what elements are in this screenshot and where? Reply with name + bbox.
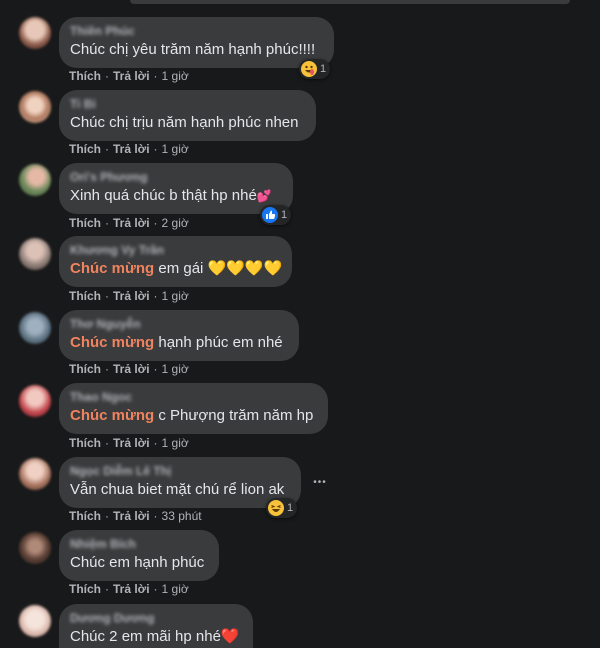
commenter-name[interactable]: Ti Bi [70,97,304,111]
comment-text: Chúc chị trịu năm hạnh phúc nhen [70,114,299,131]
comment-actions: Thích · Trả lời · 1 giờ [69,362,189,376]
comment-text: Chúc mừng em gái 💛💛💛💛 [70,259,283,279]
comment-text: Chúc mừng hạnh phúc em nhé [70,333,287,353]
comment-actions: Thích · Trả lời · 33 phút [69,509,202,523]
comment-text-content: Chúc 2 em mãi hp nhé [70,628,221,645]
comment-actions: Thích · Trả lời · 2 giờ [69,216,189,230]
comment-bubble: Dương Dương Chúc 2 em mãi hp nhé❤️ [59,604,253,648]
comment-text: Chúc mừng c Phượng trăm năm hp [70,406,316,426]
avatar[interactable] [19,312,51,344]
timestamp[interactable]: 33 phút [162,509,202,523]
commenter-name[interactable]: Ngọc Diễm Lê Thị [70,464,289,478]
timestamp[interactable]: 2 giờ [162,216,189,230]
more-options-icon[interactable]: ••• [308,476,332,500]
like-link[interactable]: Thích [69,436,101,450]
timestamp[interactable]: 1 giờ [162,69,189,83]
tagged-phrase[interactable]: Chúc mừng [70,260,154,277]
timestamp[interactable]: 1 giờ [162,582,189,596]
commenter-name[interactable]: Thơ Nguyễn [70,317,287,331]
like-link[interactable]: Thích [69,142,101,156]
commenter-name[interactable]: Dương Dương [70,611,241,625]
commenter-name[interactable]: Thao Ngoc [70,390,316,404]
avatar[interactable] [19,458,51,490]
reply-link[interactable]: Trả lời [113,142,150,156]
commenter-name[interactable]: Thiên Phúc [70,24,322,38]
heart-emoji-icon: 💕 [256,189,272,203]
like-link[interactable]: Thích [69,582,101,596]
timestamp[interactable]: 1 giờ [162,362,189,376]
comment-text: Chúc 2 em mãi hp nhé❤️ [70,627,241,647]
commenter-name[interactable]: Ori's Phương [70,170,281,184]
like-icon [262,207,278,223]
reaction-count: 1 [320,63,327,75]
reply-link[interactable]: Trả lời [113,436,150,450]
comment-text-content: Xinh quá chúc b thật hp nhé [70,187,257,204]
reaction-count: 1 [287,502,294,514]
reply-link[interactable]: Trả lời [113,362,150,376]
commenter-name[interactable]: Khương Vy Trần [70,243,280,257]
reply-link[interactable]: Trả lời [113,69,150,83]
laugh-emoji-icon [301,61,317,77]
comment-bubble: Ti Bi Chúc chị trịu năm hạnh phúc nhen [59,90,316,141]
comment-actions: Thích · Trả lời · 1 giờ [69,582,189,596]
comment-text: Chúc em hạnh phúc [70,554,205,571]
haha-emoji-icon [268,500,284,516]
avatar[interactable] [19,532,51,564]
comment-actions: Thích · Trả lời · 1 giờ [69,289,189,303]
comment-text: Chúc chị yêu trăm năm hạnh phúc!!!! [70,41,316,58]
reaction-summary[interactable]: 1 [260,205,292,225]
comment-bubble: Khương Vy Trần Chúc mừng em gái 💛💛💛💛 [59,236,292,287]
reaction-summary[interactable]: 1 [299,59,331,79]
timestamp[interactable]: 1 giờ [162,289,189,303]
reply-link[interactable]: Trả lời [113,509,150,523]
reaction-summary[interactable]: 1 [266,498,298,518]
comment-actions: Thích · Trả lời · 1 giờ [69,69,189,83]
comment-text-content: c Phượng trăm năm hp [154,407,314,424]
like-link[interactable]: Thích [69,216,101,230]
comment-text-content: em gái 💛💛💛💛 [154,260,283,277]
avatar[interactable] [19,605,51,637]
timestamp[interactable]: 1 giờ [162,436,189,450]
tagged-phrase[interactable]: Chúc mừng [70,334,154,351]
comment-actions: Thích · Trả lời · 1 giờ [69,436,189,450]
reply-link[interactable]: Trả lời [113,289,150,303]
comment-bubble: Thiên Phúc Chúc chị yêu trăm năm hạnh ph… [59,17,334,68]
comment-text: Xinh quá chúc b thật hp nhé💕 [70,186,281,206]
reply-link[interactable]: Trả lời [113,216,150,230]
tagged-phrase[interactable]: Chúc mừng [70,407,154,424]
like-link[interactable]: Thích [69,362,101,376]
comment-actions: Thích · Trả lời · 1 giờ [69,142,189,156]
avatar[interactable] [19,238,51,270]
avatar[interactable] [19,164,51,196]
avatar[interactable] [19,17,51,49]
heart-emoji-icon: ❤️ [220,628,240,645]
reply-link[interactable]: Trả lời [113,582,150,596]
comment-bubble: Ori's Phương Xinh quá chúc b thật hp nhé… [59,163,293,214]
comment-bubble: Thao Ngoc Chúc mừng c Phượng trăm năm hp [59,383,328,434]
comment-text: Vẫn chua biet mặt chú rể lion ak [70,481,285,498]
comment-bubble: Thơ Nguyễn Chúc mừng hạnh phúc em nhé [59,310,299,361]
avatar[interactable] [19,91,51,123]
comment-text-content: hạnh phúc em nhé [154,334,283,351]
timestamp[interactable]: 1 giờ [162,142,189,156]
comment-bubble: Nhiệm Bích Chúc em hạnh phúc [59,530,219,581]
comment-bubble: Ngọc Diễm Lê Thị Vẫn chua biet mặt chú r… [59,457,301,508]
previous-comment-bubble-edge [0,0,600,5]
reaction-count: 1 [281,209,288,221]
like-link[interactable]: Thích [69,289,101,303]
like-link[interactable]: Thích [69,69,101,83]
avatar[interactable] [19,385,51,417]
like-link[interactable]: Thích [69,509,101,523]
commenter-name[interactable]: Nhiệm Bích [70,537,207,551]
